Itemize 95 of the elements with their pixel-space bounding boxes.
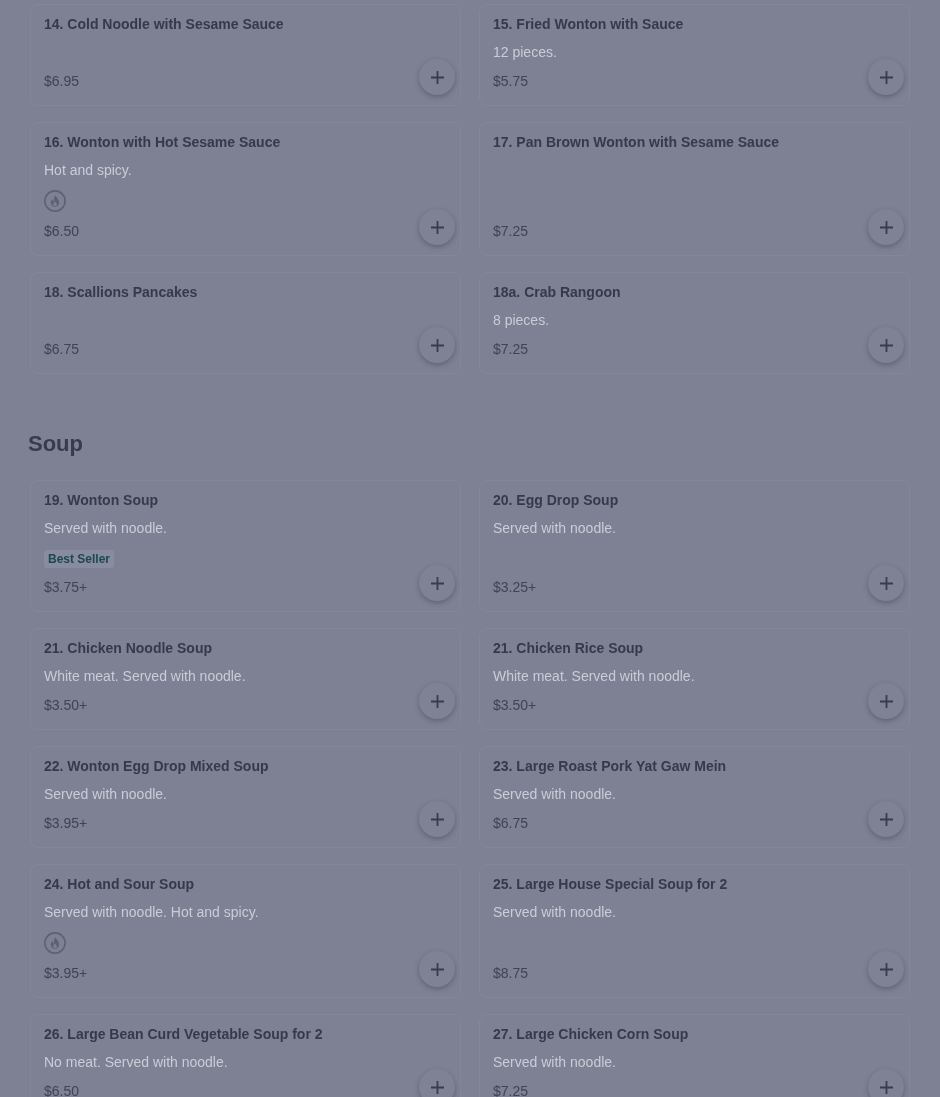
menu-item-card[interactable]: 21. Chicken Rice Soup White meat. Served with noodle. $3.50+ bbox=[479, 628, 910, 730]
plus-icon bbox=[430, 694, 444, 708]
plus-icon bbox=[430, 70, 444, 84]
menu-item-card[interactable]: 15. Fried Wonton with Sauce 12 pieces. $5.75 bbox=[479, 4, 910, 106]
plus-icon bbox=[430, 338, 444, 352]
item-name: 14. Cold Noodle with Sesame Sauce bbox=[44, 15, 285, 34]
item-description: Served with noodle. bbox=[44, 785, 168, 804]
plus-icon bbox=[879, 220, 893, 234]
add-button[interactable] bbox=[868, 1069, 904, 1097]
item-price: $6.50 bbox=[44, 1082, 81, 1097]
add-button[interactable] bbox=[868, 59, 904, 95]
item-description: Hot and spicy. bbox=[44, 161, 133, 180]
item-name: 19. Wonton Soup bbox=[44, 491, 160, 510]
add-button[interactable] bbox=[868, 683, 904, 719]
add-button[interactable] bbox=[419, 565, 455, 601]
item-description: Served with noodle. bbox=[44, 519, 168, 538]
item-description: White meat. Served with noodle. bbox=[493, 667, 696, 686]
menu-item-card[interactable]: 20. Egg Drop Soup Served with noodle. $3.25+ bbox=[479, 480, 910, 612]
plus-icon bbox=[430, 576, 444, 590]
plus-icon bbox=[879, 694, 893, 708]
plus-icon bbox=[430, 1080, 444, 1094]
add-button[interactable] bbox=[868, 801, 904, 837]
item-price: $5.75 bbox=[493, 72, 530, 91]
item-price: $3.95+ bbox=[44, 964, 89, 983]
section-heading: Soup bbox=[28, 430, 84, 458]
item-name: 26. Large Bean Curd Vegetable Soup for 2 bbox=[44, 1025, 324, 1044]
best-seller-tag: Best Seller bbox=[44, 550, 115, 568]
menu-item-card[interactable]: 21. Chicken Noodle Soup White meat. Served with noodle. $3.50+ bbox=[30, 628, 461, 730]
item-description: 8 pieces. bbox=[493, 311, 551, 330]
add-button[interactable] bbox=[419, 209, 455, 245]
plus-icon bbox=[879, 812, 893, 826]
item-name: 20. Egg Drop Soup bbox=[493, 491, 620, 510]
item-name: 25. Large House Special Soup for 2 bbox=[493, 875, 729, 894]
item-price: $7.25 bbox=[493, 340, 530, 359]
add-button[interactable] bbox=[419, 683, 455, 719]
item-name: 18. Scallions Pancakes bbox=[44, 283, 199, 302]
menu-item-card[interactable]: 25. Large House Special Soup for 2 Served with noodle. $8.75 bbox=[479, 864, 910, 998]
add-button[interactable] bbox=[419, 59, 455, 95]
item-price: $3.25+ bbox=[493, 578, 538, 597]
menu-item-card[interactable]: 22. Wonton Egg Drop Mixed Soup Served with noodle. $3.95+ bbox=[30, 746, 461, 848]
add-button[interactable] bbox=[868, 209, 904, 245]
item-price: $3.95+ bbox=[44, 814, 89, 833]
add-button[interactable] bbox=[419, 327, 455, 363]
item-description: No meat. Served with noodle. bbox=[44, 1053, 229, 1072]
item-price: $6.95 bbox=[44, 72, 81, 91]
item-price: $7.25 bbox=[493, 222, 530, 241]
item-name: 24. Hot and Sour Soup bbox=[44, 875, 196, 894]
item-name: 17. Pan Brown Wonton with Sesame Sauce bbox=[493, 133, 781, 152]
item-name: 21. Chicken Noodle Soup bbox=[44, 639, 214, 658]
plus-icon bbox=[430, 962, 444, 976]
add-button[interactable] bbox=[419, 951, 455, 987]
plus-icon bbox=[879, 338, 893, 352]
item-name: 23. Large Roast Pork Yat Gaw Mein bbox=[493, 757, 728, 776]
item-price: $7.25 bbox=[493, 1082, 530, 1097]
item-price: $3.50+ bbox=[44, 696, 89, 715]
menu-item-card[interactable]: 23. Large Roast Pork Yat Gaw Mein Served with noodle. $6.75 bbox=[479, 746, 910, 848]
plus-icon bbox=[430, 220, 444, 234]
item-description: Served with noodle. bbox=[493, 785, 617, 804]
menu-item-card[interactable]: 18. Scallions Pancakes $6.75 bbox=[30, 272, 461, 374]
item-price: $8.75 bbox=[493, 964, 530, 983]
item-description: White meat. Served with noodle. bbox=[44, 667, 247, 686]
item-price: $6.50 bbox=[44, 222, 81, 241]
item-name: 16. Wonton with Hot Sesame Sauce bbox=[44, 133, 282, 152]
item-description: Served with noodle. bbox=[493, 903, 617, 922]
item-price: $6.75 bbox=[493, 814, 530, 833]
item-description: Served with noodle. Hot and spicy. bbox=[44, 903, 260, 922]
menu-item-card[interactable]: 17. Pan Brown Wonton with Sesame Sauce $7.25 bbox=[479, 122, 910, 256]
plus-icon bbox=[879, 70, 893, 84]
item-name: 27. Large Chicken Corn Soup bbox=[493, 1025, 690, 1044]
item-description: 12 pieces. bbox=[493, 43, 558, 62]
menu-item-card[interactable]: 24. Hot and Sour Soup Served with noodle. Hot and spicy. $3.95+ bbox=[30, 864, 461, 998]
add-button[interactable] bbox=[419, 1069, 455, 1097]
add-button[interactable] bbox=[868, 565, 904, 601]
plus-icon bbox=[430, 812, 444, 826]
plus-icon bbox=[879, 1080, 893, 1094]
add-button[interactable] bbox=[868, 327, 904, 363]
item-description: Served with noodle. bbox=[493, 1053, 617, 1072]
menu-item-card[interactable]: 27. Large Chicken Corn Soup Served with noodle. $7.25 bbox=[479, 1014, 910, 1097]
menu-item-card[interactable]: 19. Wonton Soup Served with noodle. Best Seller $3.75+ bbox=[30, 480, 461, 612]
plus-icon bbox=[879, 962, 893, 976]
add-button[interactable] bbox=[868, 951, 904, 987]
item-price: $3.75+ bbox=[44, 578, 89, 597]
item-name: 18a. Crab Rangoon bbox=[493, 283, 622, 302]
item-name: 21. Chicken Rice Soup bbox=[493, 639, 645, 658]
add-button[interactable] bbox=[419, 801, 455, 837]
menu-item-card[interactable]: 16. Wonton with Hot Sesame Sauce Hot and spicy. $6.50 bbox=[30, 122, 461, 256]
menu-item-card[interactable]: 14. Cold Noodle with Sesame Sauce $6.95 bbox=[30, 4, 461, 106]
plus-icon bbox=[879, 576, 893, 590]
item-price: $3.50+ bbox=[493, 696, 538, 715]
menu-item-card[interactable]: 18a. Crab Rangoon 8 pieces. $7.25 bbox=[479, 272, 910, 374]
item-price: $6.75 bbox=[44, 340, 81, 359]
item-name: 15. Fried Wonton with Sauce bbox=[493, 15, 685, 34]
item-name: 22. Wonton Egg Drop Mixed Soup bbox=[44, 757, 270, 776]
menu-item-card[interactable]: 26. Large Bean Curd Vegetable Soup for 2 No meat. Served with noodle. $6.50 bbox=[30, 1014, 461, 1097]
item-description: Served with noodle. bbox=[493, 519, 617, 538]
